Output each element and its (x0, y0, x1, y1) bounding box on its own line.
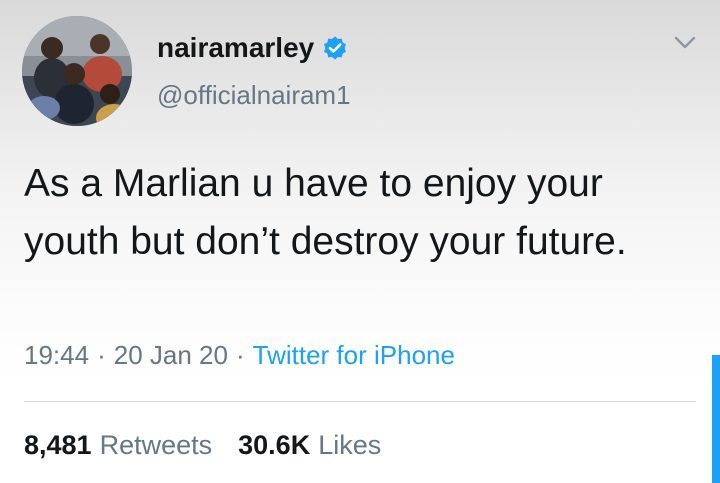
tweet-meta: 19:44 · 20 Jan 20 · Twitter for iPhone (24, 340, 455, 371)
tweet-date: 20 Jan 20 (113, 340, 228, 370)
tweet-source-link[interactable]: Twitter for iPhone (253, 340, 455, 371)
tweet-stats: 8,481 Retweets 30.6K Likes (24, 430, 381, 461)
divider (24, 401, 696, 402)
retweets-stat[interactable]: 8,481 Retweets (24, 430, 212, 461)
verified-badge-icon (322, 35, 348, 61)
avatar-photo (22, 16, 132, 126)
avatar[interactable] (22, 16, 132, 126)
meta-separator: · (97, 340, 106, 370)
likes-label: Likes (318, 430, 382, 460)
retweets-count: 8,481 (24, 430, 92, 460)
retweets-label: Retweets (99, 430, 213, 460)
tweet-text: As a Marlian u have to enjoy your youth … (24, 162, 627, 263)
chevron-down-icon[interactable] (674, 36, 696, 50)
display-name[interactable]: nairamarley (157, 32, 314, 64)
tweet-detail: nairamarley @officialnairam1 As a Marlia… (0, 0, 720, 483)
handle[interactable]: @officialnairam1 (157, 80, 351, 111)
likes-count: 30.6K (238, 430, 311, 460)
scrollbar[interactable] (712, 355, 720, 483)
likes-stat[interactable]: 30.6K Likes (238, 430, 381, 461)
meta-separator: · (235, 340, 245, 370)
display-name-row[interactable]: nairamarley (157, 30, 348, 66)
tweet-time: 19:44 (24, 340, 90, 370)
